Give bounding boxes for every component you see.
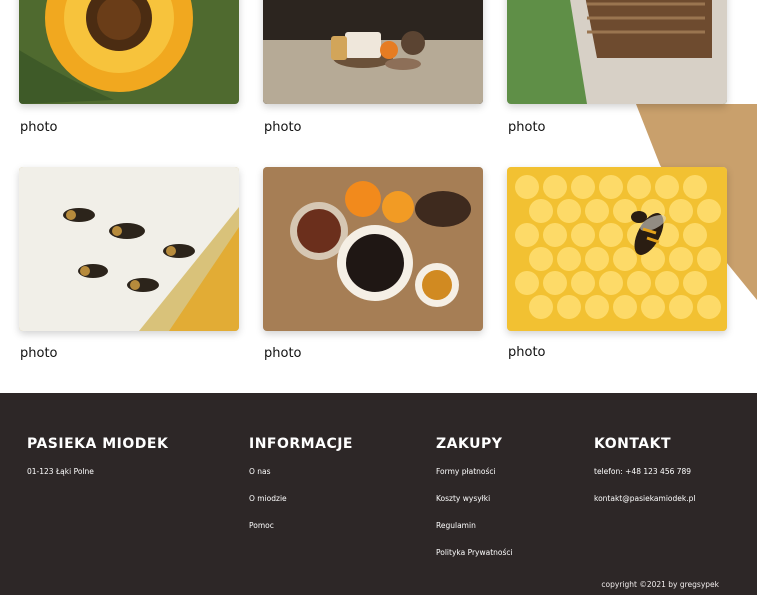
bees-on-hive-image [19, 167, 239, 331]
footer-copyright: copyright ©2021 by gregsypek [601, 580, 719, 589]
bee-on-honeycomb-image [507, 167, 727, 331]
gallery-photo-tea-table[interactable] [263, 0, 483, 104]
gallery-caption: photo [508, 345, 546, 360]
gallery-caption: photo [20, 346, 58, 361]
footer-contact-title: Kontakt [594, 436, 672, 452]
footer-address: 01-123 Łąki Polne [27, 467, 94, 476]
gallery-caption: photo [20, 120, 58, 135]
site-footer: Pasieka Miodek 01-123 Łąki Polne Informa… [0, 393, 757, 595]
footer-link-shipping-costs[interactable]: Koszty wysyłki [436, 494, 513, 503]
beehive-frame-image [507, 0, 727, 104]
footer-link-about-honey[interactable]: O miodzie [249, 494, 353, 503]
footer-contact-column: Kontakt telefon: +48 123 456 789 kontakt… [594, 436, 695, 521]
tea-oranges-image [263, 167, 483, 331]
tea-table-image [263, 0, 483, 104]
sunflower-image [19, 0, 239, 104]
footer-link-help[interactable]: Pomoc [249, 521, 353, 530]
gallery-caption: photo [264, 346, 302, 361]
footer-phone: telefon: +48 123 456 789 [594, 467, 692, 476]
gallery-photo-sunflower[interactable] [19, 0, 239, 104]
footer-brand-title: Pasieka Miodek [27, 436, 169, 452]
photo-gallery: photo photo photo photo photo photo [0, 0, 757, 393]
footer-link-terms[interactable]: Regulamin [436, 521, 513, 530]
gallery-photo-tea-oranges[interactable] [263, 167, 483, 331]
footer-shop-column: Zakupy Formy płatności Koszty wysyłki Re… [436, 436, 513, 575]
gallery-photo-beehive-frame[interactable] [507, 0, 727, 104]
gallery-caption: photo [508, 120, 546, 135]
footer-brand-column: Pasieka Miodek 01-123 Łąki Polne [27, 436, 168, 494]
gallery-caption: photo [264, 120, 302, 135]
footer-info-title: Informacje [249, 436, 353, 452]
footer-link-privacy-policy[interactable]: Polityka Prywatności [436, 548, 513, 557]
footer-shop-title: Zakupy [436, 436, 503, 452]
footer-info-column: Informacje O nas O miodzie Pomoc [249, 436, 353, 548]
footer-link-payment-methods[interactable]: Formy płatności [436, 467, 513, 476]
footer-email-link[interactable]: kontakt@pasiekamiodek.pl [594, 494, 695, 503]
gallery-photo-bees-on-hive[interactable] [19, 167, 239, 331]
gallery-photo-bee-on-honeycomb[interactable] [507, 167, 727, 331]
footer-link-about[interactable]: O nas [249, 467, 353, 476]
